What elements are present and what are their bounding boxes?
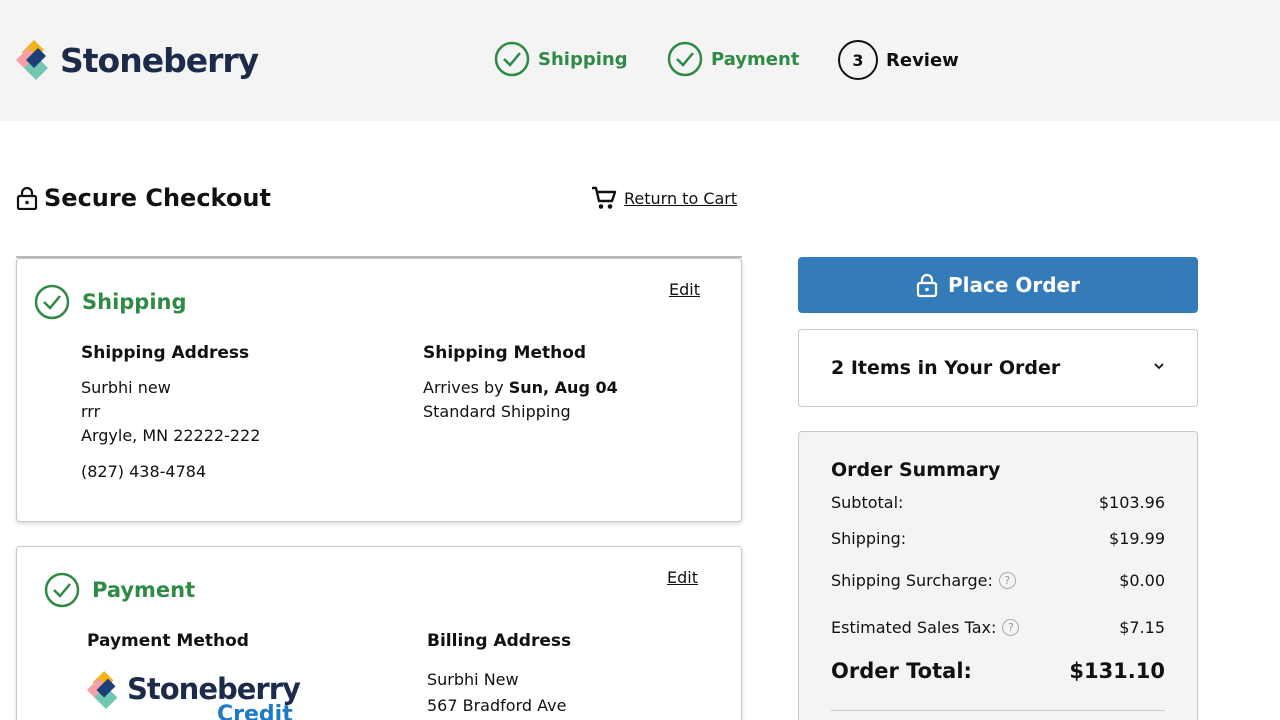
step-shipping: Shipping [494,41,628,77]
shipping-address-heading: Shipping Address [81,343,250,363]
subtotal-row: Subtotal: $103.96 [831,493,1165,512]
surcharge-label-wrap: Shipping Surcharge: ? [831,571,1016,590]
lock-icon [16,186,38,210]
total-row: Order Total: $131.10 [831,659,1165,683]
shipping-method-heading: Shipping Method [423,343,587,363]
surcharge-row: Shipping Surcharge: ? $0.00 [831,571,1165,590]
billing-line: Surbhi New [427,670,519,689]
credit-logo-sub: Credit [217,702,293,720]
edit-payment-link[interactable]: Edit [667,568,698,587]
cart-icon [592,186,617,209]
step-label: Payment [711,48,800,70]
return-to-cart-link[interactable]: Return to Cart [624,189,737,208]
shipping-section-title: Shipping [34,284,187,320]
check-circle-icon [34,284,70,320]
phone-number: (827) 438-4784 [81,462,207,481]
items-count-label: 2 Items in Your Order [831,357,1061,379]
tax-value: $7.15 [1119,618,1165,637]
check-circle-icon [494,41,530,77]
chevron-down-icon [1154,363,1164,370]
step-payment: Payment [667,41,799,77]
address-line: rrr [81,402,101,421]
return-to-cart[interactable]: Return to Cart [590,185,737,211]
surcharge-value: $0.00 [1119,571,1165,590]
total-value: $131.10 [1069,659,1165,683]
place-order-button[interactable]: Place Order [798,257,1198,313]
summary-divider [831,710,1165,711]
page-title: Secure Checkout [44,184,271,212]
check-circle-icon [667,41,703,77]
lock-icon [916,273,938,298]
stoneberry-logo-icon [87,671,118,709]
arrival-date: Sun, Aug 04 [508,378,618,397]
address-line: Argyle, MN 22222-222 [81,426,261,445]
section-title-text: Shipping [82,290,187,314]
help-icon[interactable]: ? [1002,619,1020,636]
secure-checkout-heading: Secure Checkout [16,184,271,212]
step-label: Review [886,49,959,71]
payment-section-title: Payment [44,572,195,608]
arrives-prefix: Arrives by [423,378,504,397]
method-name: Standard Shipping [423,402,571,421]
logo-wordmark: Stoneberry [60,40,259,80]
total-label: Order Total: [831,659,972,683]
section-title-text: Payment [92,578,196,602]
stoneberry-credit-logo: Stoneberry Credit [87,669,301,720]
tax-label: Estimated Sales Tax: [831,618,997,637]
subtotal-value: $103.96 [1098,493,1165,512]
place-order-label: Place Order [947,273,1080,297]
header-bar: Stoneberry Shipping Payment 3 Review [0,0,1280,121]
stoneberry-logo-icon [16,40,48,80]
tax-row: Estimated Sales Tax: ? $7.15 [831,618,1165,637]
surcharge-label: Shipping Surcharge: [831,571,993,590]
credit-logo-wordmark: Stoneberry [127,672,301,706]
billing-line: 567 Bradford Ave [427,696,567,715]
address-line: Surbhi new [81,378,171,397]
billing-address-heading: Billing Address [427,631,572,651]
shipping-row: Shipping: $19.99 [831,529,1165,548]
check-circle-icon [44,572,80,608]
step-review: 3 Review [838,40,959,80]
shipping-label: Shipping: [831,529,907,548]
edit-shipping-link[interactable]: Edit [669,280,700,299]
shipping-method: Arrives by Sun, Aug 04 Standard Shipping [423,376,618,424]
step-number: 3 [838,40,878,80]
payment-card: Payment Edit Payment Method Stoneberry C… [16,546,742,720]
payment-method-heading: Payment Method [87,631,249,651]
arrival-line: Arrives by Sun, Aug 04 [423,376,618,400]
subtotal-label: Subtotal: [831,493,904,512]
billing-address: Surbhi New 567 Bradford Ave [427,667,566,719]
shipping-address: Surbhi new rrr Argyle, MN 22222-222 [81,376,260,448]
order-summary: Order Summary Subtotal: $103.96 Shipping… [798,431,1198,720]
help-icon[interactable]: ? [998,572,1016,589]
shipping-card: Shipping Edit Shipping Address Surbhi ne… [16,258,742,522]
order-items-toggle[interactable]: 2 Items in Your Order [798,329,1198,407]
stoneberry-logo[interactable]: Stoneberry [16,38,259,82]
shipping-value: $19.99 [1109,529,1165,548]
step-label: Shipping [538,48,628,70]
tax-label-wrap: Estimated Sales Tax: ? [831,618,1020,637]
order-summary-title: Order Summary [831,459,1001,481]
